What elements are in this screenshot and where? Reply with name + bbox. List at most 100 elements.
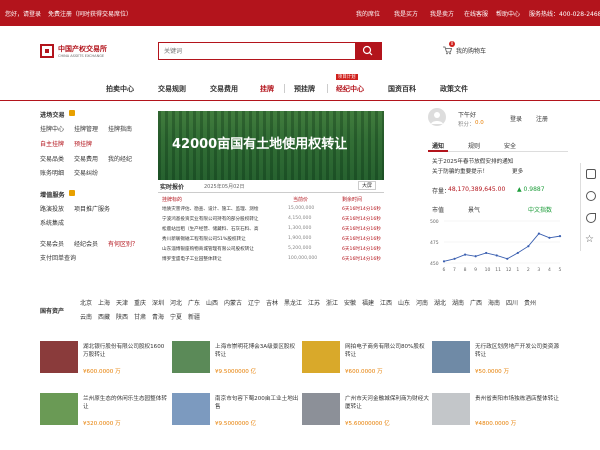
login-link[interactable]: 登录 bbox=[510, 114, 522, 123]
region-link[interactable]: 重庆 bbox=[134, 298, 146, 307]
menu-link[interactable]: 系统集成 bbox=[40, 218, 64, 227]
nav-auction-center[interactable]: 拍卖中心 bbox=[106, 84, 134, 94]
region-link[interactable]: 黑龙江 bbox=[284, 298, 302, 307]
topbar-link-help[interactable]: 帮助中心 bbox=[496, 9, 520, 18]
quote-item-name[interactable]: 博罗宝盛电子工业园整体转让 bbox=[162, 256, 286, 262]
region-link[interactable]: 海南 bbox=[488, 298, 500, 307]
nav-plan-badge[interactable]: 项目计划 bbox=[336, 74, 358, 80]
greeting-login-link[interactable]: 您好，请登录 bbox=[5, 9, 41, 18]
menu-link[interactable]: 挂牌管理 bbox=[74, 124, 98, 133]
quote-item-name[interactable]: 地质灾害评估、勘查、设计、施工、监理、测绘 bbox=[162, 206, 286, 212]
listing-title[interactable]: 贵州省贵阳市场独栋酒店整体转让 bbox=[475, 395, 559, 403]
listing-thumbnail[interactable] bbox=[432, 341, 470, 373]
chart-tab-market-value[interactable]: 市值 bbox=[432, 205, 444, 214]
topbar-link-service[interactable]: 在线客服 bbox=[464, 9, 488, 18]
menu-link[interactable]: 账务明细 bbox=[40, 168, 64, 177]
quote-item-name[interactable]: 松鹿站出租（生产经营、储藏料、石灰石料、高 bbox=[162, 226, 286, 232]
topbar-link-seller[interactable]: 我是卖方 bbox=[430, 9, 454, 18]
phone-icon[interactable] bbox=[586, 191, 596, 201]
notice-item[interactable]: 关于防骗的重要提示！ bbox=[432, 167, 488, 175]
listing-card[interactable]: 广州市天河金融城保利商为财经大厦转让 ¥5.60000000 亿 bbox=[302, 393, 432, 439]
region-link[interactable]: 安徽 bbox=[344, 298, 356, 307]
region-link[interactable]: 河北 bbox=[170, 298, 182, 307]
menu-link[interactable]: 经纪会员 bbox=[74, 239, 98, 248]
menu-link[interactable]: 项目推广服务 bbox=[74, 204, 110, 213]
listing-card[interactable]: 兰州原生态的休闲乐生态园整体转让 ¥320.0000 万 bbox=[40, 393, 170, 439]
nav-broker-center[interactable]: 经纪中心 bbox=[336, 84, 364, 94]
nav-listing[interactable]: 挂牌 bbox=[260, 84, 274, 94]
listing-thumbnail[interactable] bbox=[40, 393, 78, 425]
menu-link[interactable]: 交易品类 bbox=[40, 154, 64, 163]
tab-security[interactable]: 安全 bbox=[504, 141, 516, 150]
region-link[interactable]: 陕西 bbox=[116, 312, 128, 321]
quote-item-name[interactable]: 山东淄博银座购物商城管理有限公司股权转让 bbox=[162, 246, 286, 252]
region-link[interactable]: 北京 bbox=[80, 298, 92, 307]
menu-link[interactable]: 挂牌指南 bbox=[108, 124, 132, 133]
quote-item-name[interactable]: 宁波鸿基投资实业有限公司持有的部分股权转让 bbox=[162, 216, 286, 222]
listing-title[interactable]: 网拍电子商务有限公司80%股权转让 bbox=[345, 343, 429, 359]
listing-thumbnail[interactable] bbox=[302, 393, 340, 425]
region-link[interactable]: 深圳 bbox=[152, 298, 164, 307]
site-logo[interactable]: 中国产权交易所 CHINA ASSETS EXCHANGE bbox=[40, 44, 116, 62]
listing-title[interactable]: 兰州原生态的休闲乐生态园整体转让 bbox=[83, 395, 167, 411]
listing-thumbnail[interactable] bbox=[40, 341, 78, 373]
region-link[interactable]: 广东 bbox=[188, 298, 200, 307]
region-link[interactable]: 贵州 bbox=[524, 298, 536, 307]
listing-title[interactable]: 南京市句容下蜀200亩工业土地出售 bbox=[215, 395, 299, 411]
menu-link[interactable]: 预挂牌 bbox=[74, 139, 92, 148]
region-link[interactable]: 湖北 bbox=[434, 298, 446, 307]
region-link[interactable]: 云南 bbox=[80, 312, 92, 321]
search-button[interactable] bbox=[355, 43, 381, 59]
menu-link[interactable]: 我的经纪 bbox=[108, 154, 132, 163]
fullscreen-toggle[interactable]: 大屏 bbox=[358, 181, 377, 190]
listing-card[interactable]: 无行政区划房地产开发公司类资源转让 ¥50.0000 万 bbox=[432, 341, 562, 387]
menu-link[interactable]: 有何区别？ bbox=[108, 239, 138, 248]
favorite-icon[interactable]: ☆ bbox=[585, 235, 594, 245]
listing-card[interactable]: 南京市句容下蜀200亩工业土地出售 ¥9.5000000 亿 bbox=[172, 393, 302, 439]
listing-thumbnail[interactable] bbox=[302, 341, 340, 373]
region-link[interactable]: 湖南 bbox=[452, 298, 464, 307]
listing-title[interactable]: 上海市崇明花博会3A级景区股权转让 bbox=[215, 343, 299, 359]
listing-thumbnail[interactable] bbox=[432, 393, 470, 425]
listing-title[interactable]: 湖北银行股份有限公司股权1600万股转让 bbox=[83, 343, 167, 359]
topbar-link-buyer[interactable]: 我是买方 bbox=[394, 9, 418, 18]
qrcode-icon[interactable] bbox=[586, 169, 596, 179]
region-link[interactable]: 四川 bbox=[506, 298, 518, 307]
region-link[interactable]: 山东 bbox=[398, 298, 410, 307]
listing-title[interactable]: 广州市天河金融城保利商为财经大厦转让 bbox=[345, 395, 429, 411]
feedback-icon[interactable] bbox=[586, 213, 596, 223]
listing-thumbnail[interactable] bbox=[172, 341, 210, 373]
region-link[interactable]: 辽宁 bbox=[248, 298, 260, 307]
listing-title[interactable]: 无行政区划房地产开发公司类资源转让 bbox=[475, 343, 559, 359]
notice-item[interactable]: 关于2025年春节放假安排的通知 bbox=[432, 157, 513, 165]
more-link[interactable]: 更多 bbox=[512, 167, 523, 175]
nav-trade-fees[interactable]: 交易费用 bbox=[210, 84, 238, 94]
region-link[interactable]: 新疆 bbox=[188, 312, 200, 321]
region-link[interactable]: 青海 bbox=[152, 312, 164, 321]
region-link[interactable]: 山西 bbox=[206, 298, 218, 307]
listing-card[interactable]: 贵州省贵阳市场独栋酒店整体转让 ¥4800.0000 万 bbox=[432, 393, 562, 439]
banner[interactable]: 42000亩国有土地使用权转让 bbox=[158, 111, 384, 180]
menu-link[interactable]: 交易纠纷 bbox=[74, 168, 98, 177]
menu-link[interactable]: 挂牌中心 bbox=[40, 124, 64, 133]
region-link[interactable]: 河南 bbox=[416, 298, 428, 307]
region-link[interactable]: 福建 bbox=[362, 298, 374, 307]
tab-notice[interactable]: 通知 bbox=[432, 141, 444, 150]
nav-policy-files[interactable]: 政策文件 bbox=[440, 84, 468, 94]
tab-rules[interactable]: 规则 bbox=[468, 141, 480, 150]
quote-item-name[interactable]: 秀川新联锡磁工程有限公司51%股权转让 bbox=[162, 236, 286, 242]
nav-pre-listing[interactable]: 预挂牌 bbox=[294, 84, 315, 94]
cart-link[interactable]: 0 我的购物车 bbox=[442, 41, 502, 56]
region-link[interactable]: 吉林 bbox=[266, 298, 278, 307]
topbar-link-seat[interactable]: 我的席位 bbox=[356, 9, 380, 18]
menu-link[interactable]: 自主挂牌 bbox=[40, 139, 64, 148]
listing-thumbnail[interactable] bbox=[172, 393, 210, 425]
region-link[interactable]: 江西 bbox=[380, 298, 392, 307]
listing-card[interactable]: 网拍电子商务有限公司80%股权转让 ¥600.0000 万 bbox=[302, 341, 432, 387]
listing-card[interactable]: 上海市崇明花博会3A级景区股权转让 ¥9.5000000 亿 bbox=[172, 341, 302, 387]
region-link[interactable]: 内蒙古 bbox=[224, 298, 242, 307]
chart-tab-index[interactable]: 中文指数 bbox=[528, 205, 552, 214]
menu-link[interactable]: 交易会员 bbox=[40, 239, 64, 248]
search-input[interactable] bbox=[159, 43, 355, 59]
region-link[interactable]: 广西 bbox=[470, 298, 482, 307]
